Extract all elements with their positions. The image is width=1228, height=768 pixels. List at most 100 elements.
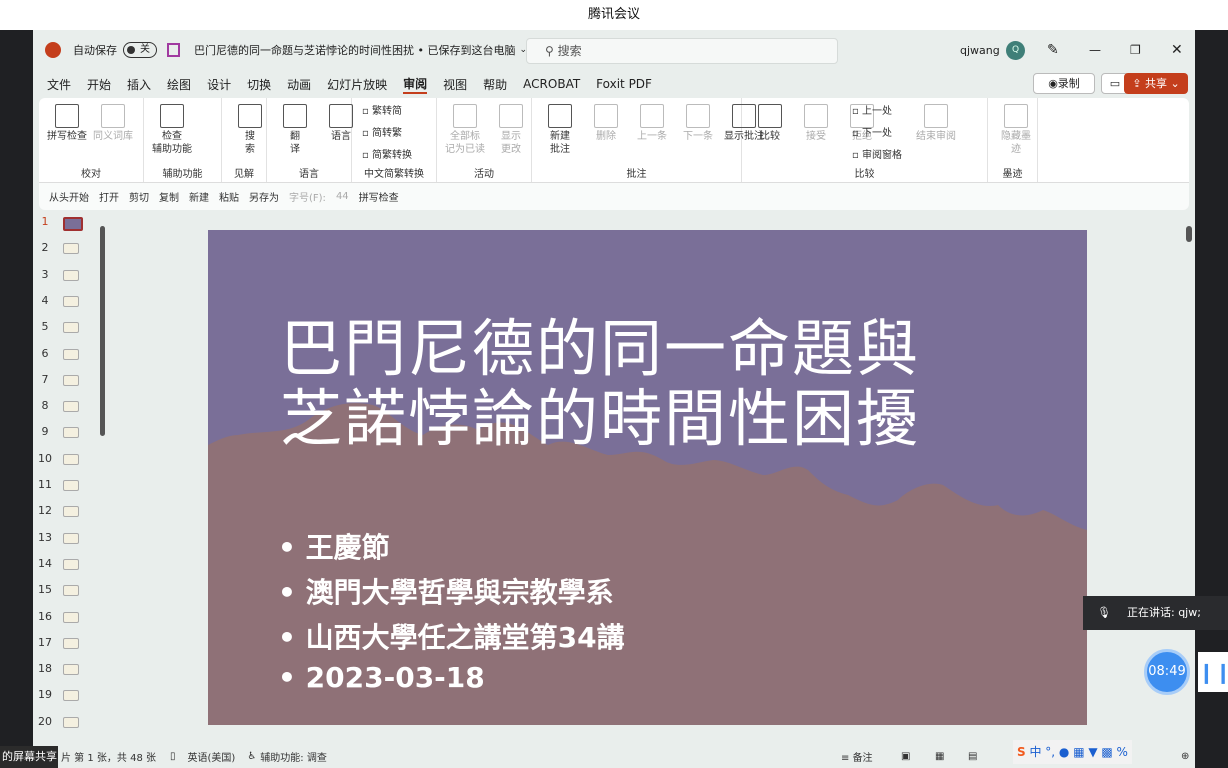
pause-button[interactable]: ❙❙: [1198, 652, 1228, 692]
menu-8[interactable]: 审阅: [403, 75, 428, 94]
ribbon-icon: [804, 104, 828, 128]
thumbnail-preview: [63, 532, 79, 544]
qat-item-7[interactable]: 字号(F):: [289, 189, 326, 204]
document-title[interactable]: 巴门尼德的同一命题与芝诺悖论的时间性困扰 • 已保存到这台电脑: [194, 42, 515, 58]
qat-item-5[interactable]: 粘贴: [219, 189, 239, 204]
slide-thumbnail[interactable]: 14: [33, 557, 111, 577]
reading-view-icon[interactable]: ▤: [968, 751, 977, 762]
fit-slide-icon[interactable]: ⊕: [1181, 751, 1189, 762]
ribbon-group-5: 活动 全部标 记为已读 显示 更改: [437, 98, 532, 182]
ribbon-button-1-0[interactable]: 检查 辅助功能: [150, 104, 194, 156]
ribbon-icon: [758, 104, 782, 128]
ribbon-button-8-0[interactable]: 隐藏墨 迹: [994, 104, 1038, 156]
qat-item-1[interactable]: 打开: [99, 189, 119, 204]
thumbnail-scrollbar[interactable]: [100, 226, 105, 436]
normal-view-icon[interactable]: ▣: [901, 751, 910, 762]
ribbon-button-7-1[interactable]: 接受: [794, 104, 838, 143]
user-name[interactable]: qjwang: [960, 44, 1000, 57]
notes-button[interactable]: ≡ 备注: [841, 749, 873, 764]
search-input[interactable]: ⚲ 搜索: [526, 38, 838, 64]
spellcheck-icon[interactable]: ▯: [170, 751, 176, 762]
menu-10[interactable]: 帮助: [483, 76, 507, 93]
ribbon-group-6: 批注 新建 批注 删除 上一条 下一条 显示批注: [532, 98, 764, 182]
share-button[interactable]: ⇪ 共享 ⌄: [1124, 73, 1188, 94]
close-icon[interactable]: ✕: [1171, 42, 1183, 58]
qat-item-3[interactable]: 复制: [159, 189, 179, 204]
ribbon-button-0-0[interactable]: 拼写检查: [45, 104, 89, 143]
restore-icon[interactable]: ❐: [1130, 43, 1141, 57]
slide-thumbnail[interactable]: 11: [33, 478, 111, 498]
menu-1[interactable]: 开始: [87, 76, 111, 93]
save-icon[interactable]: [167, 43, 180, 57]
ribbon-button-6-3[interactable]: 下一条: [676, 104, 720, 143]
qat-item-6[interactable]: 另存为: [249, 189, 279, 204]
autosave-toggle[interactable]: 关: [123, 42, 157, 58]
ribbon-button-7-0[interactable]: 比较: [748, 104, 792, 143]
accessibility-status[interactable]: 辅助功能: 调查: [260, 749, 327, 764]
ribbon-button-7-6[interactable]: 结束审阅: [914, 104, 958, 143]
slide-thumbnail[interactable]: 17: [33, 636, 111, 656]
slide-thumbnail[interactable]: 19: [33, 688, 111, 708]
menu-0[interactable]: 文件: [47, 76, 71, 93]
ribbon-button-5-1[interactable]: 显示 更改: [489, 104, 533, 156]
record-button[interactable]: ◉录制: [1033, 73, 1095, 94]
menu-11[interactable]: ACROBAT: [523, 77, 580, 91]
menu-4[interactable]: 设计: [207, 76, 231, 93]
thumbnail-preview: [63, 243, 79, 255]
menu-5[interactable]: 切换: [247, 76, 271, 93]
menu-12[interactable]: Foxit PDF: [596, 77, 652, 91]
qat-item-8[interactable]: 44: [336, 191, 349, 202]
slide-thumbnail[interactable]: 15: [33, 583, 111, 603]
qat-item-2[interactable]: 剪切: [129, 189, 149, 204]
qat-item-9[interactable]: 拼写检查: [359, 189, 399, 204]
ribbon-button-3-0[interactable]: 翻 译: [273, 104, 317, 156]
ribbon-button-7-3[interactable]: ▫ 上一处: [852, 102, 892, 117]
ribbon-button-6-0[interactable]: 新建 批注: [538, 104, 582, 156]
thumbnail-number: 8: [41, 399, 49, 413]
menu-3[interactable]: 绘图: [167, 76, 191, 93]
slide-thumbnail[interactable]: 12: [33, 504, 111, 524]
ribbon-button-0-1[interactable]: 同义词库: [91, 104, 135, 143]
meeting-timer[interactable]: 08:49: [1144, 649, 1190, 695]
menu-9[interactable]: 视图: [443, 76, 467, 93]
menu-7[interactable]: 幻灯片放映: [327, 76, 387, 93]
thumbnail-number: 18: [38, 662, 52, 676]
ime-toolbar[interactable]: S 中 °, ● ▦ ▼ ▩ %: [1013, 740, 1132, 764]
thumbnail-preview: [63, 348, 79, 360]
slide-thumbnail[interactable]: 20: [33, 715, 111, 735]
ribbon-button-2-0[interactable]: 搜 索: [228, 104, 272, 156]
ribbon-button-label: 繁转简: [371, 106, 402, 117]
powerpoint-window: 自动保存 关 巴门尼德的同一命题与芝诺悖论的时间性困扰 • 已保存到这台电脑 ⌄…: [33, 30, 1195, 768]
slide-thumbnail[interactable]: 16: [33, 610, 111, 630]
thumbnail-preview: [63, 427, 79, 439]
language-status[interactable]: 英语(美国): [188, 749, 236, 764]
menu-2[interactable]: 插入: [127, 76, 151, 93]
menu-6[interactable]: 动画: [287, 76, 311, 93]
slide-thumbnail[interactable]: 10: [33, 452, 111, 472]
slide-canvas[interactable]: 巴門尼德的同一命題與 芝諾悖論的時間性困擾 • 王慶節 • 澳門大學哲學與宗教學系…: [208, 230, 1087, 725]
ribbon-button-5-0[interactable]: 全部标 记为已读: [443, 104, 487, 156]
qat-item-4[interactable]: 新建: [189, 189, 209, 204]
ribbon-button-6-2[interactable]: 上一条: [630, 104, 674, 143]
slide-thumbnail[interactable]: 13: [33, 531, 111, 551]
review-ribbon: 校对 拼写检查 同义词库 辅助功能 检查 辅助功能 见解搜 索语言翻 译语言 中文简繁转换 ▫…: [39, 98, 1189, 182]
quick-access-toolbar: 从头开始 打开 剪切 复制 新建 粘贴 另存为 字号(F): 44 拼写检查: [39, 182, 1189, 210]
thumbnail-preview: [63, 217, 83, 231]
thumbnail-number: 11: [38, 478, 52, 491]
ribbon-icon: [594, 104, 618, 128]
pen-icon[interactable]: ✎: [1047, 42, 1059, 58]
ribbon-button-7-5[interactable]: ▫ 审阅窗格: [852, 146, 902, 161]
avatar[interactable]: Q: [1006, 40, 1025, 60]
meeting-app-title: 腾讯会议: [0, 0, 1228, 30]
slide-thumbnail[interactable]: 18: [33, 662, 111, 682]
ribbon-button-6-1[interactable]: 删除: [584, 104, 628, 143]
ribbon-button-4-1[interactable]: ▫ 简转繁: [362, 124, 402, 139]
ribbon-button-4-2[interactable]: ▫ 简繁转换: [362, 146, 412, 161]
slide-sorter-icon[interactable]: ▦: [935, 751, 944, 762]
minimize-icon[interactable]: —: [1089, 43, 1101, 57]
thumbnail-preview: [63, 401, 79, 413]
ribbon-button-4-0[interactable]: ▫ 繁转简: [362, 102, 402, 117]
ribbon-button-7-4[interactable]: ▫ 下一处: [852, 124, 892, 139]
editor-scrollbar[interactable]: [1186, 226, 1192, 242]
qat-item-0[interactable]: 从头开始: [49, 189, 89, 204]
